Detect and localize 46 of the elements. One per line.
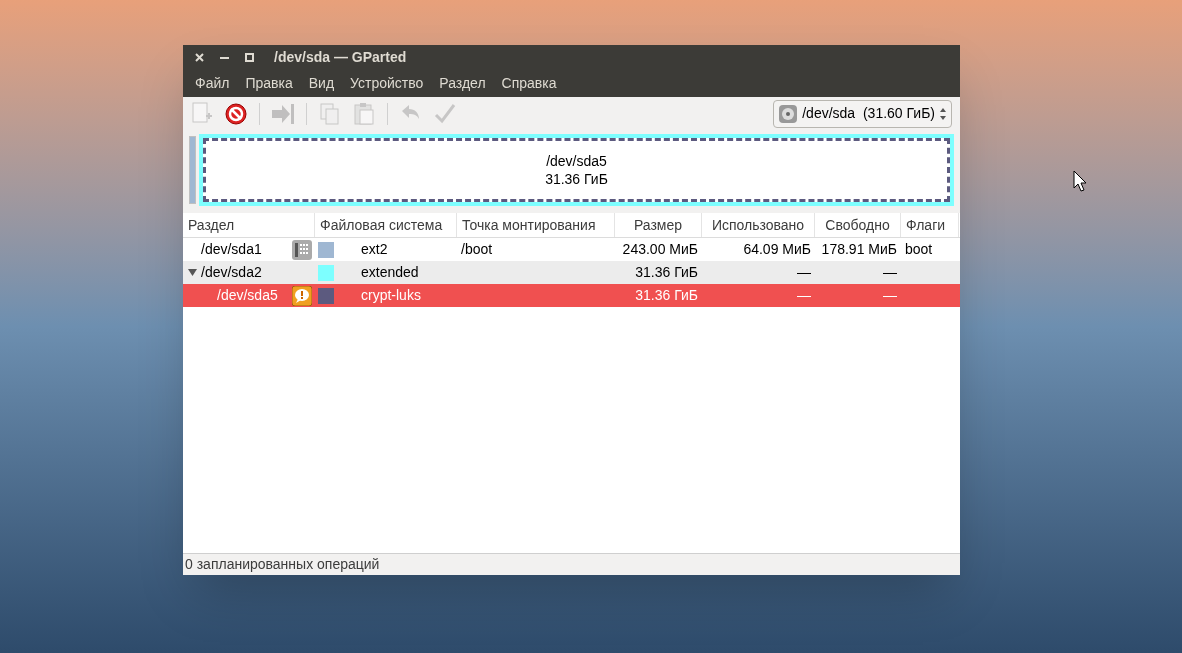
table-cell-text: /boot	[461, 240, 493, 259]
unallocated-segment	[189, 136, 196, 204]
close-icon[interactable]	[195, 53, 204, 62]
device-selector[interactable]: /dev/sda (31.60 ГиБ)	[773, 99, 952, 128]
partition-name: /dev/sda5	[546, 152, 607, 170]
mouse-pointer-icon	[1073, 170, 1087, 192]
partition-segment[interactable]: /dev/sda5 31.36 ГиБ	[203, 138, 950, 202]
window-title: /dev/sda — GParted	[274, 48, 407, 67]
table-cell-text: 243.00 МиБ	[622, 240, 698, 259]
maximize-icon[interactable]	[245, 53, 254, 62]
table-cell-text: —	[797, 263, 811, 282]
expander-arrow-down-icon[interactable]	[187, 268, 197, 277]
table-cell-text: /dev/sda1	[201, 240, 262, 259]
table-cell-text: /dev/sda5	[217, 286, 278, 305]
table-cell-text: /dev/sda2	[201, 263, 262, 282]
table-cell-text: 31.36 ГиБ	[635, 286, 698, 305]
column-header[interactable]: Файловая система	[315, 213, 457, 237]
table-row[interactable]: /dev/sda5 crypt-luks 31.36 ГиБ — —	[183, 284, 960, 307]
menu-item[interactable]: Правка	[237, 73, 301, 94]
column-header[interactable]: Свободно	[815, 213, 901, 237]
menu-item[interactable]: Справка	[493, 73, 565, 94]
table-cell-text: 178.91 МиБ	[821, 240, 897, 259]
column-header[interactable]: Размер	[615, 213, 702, 237]
table-cell-text: —	[883, 286, 897, 305]
table-cell-text: boot	[905, 240, 933, 259]
table-cell-text: 31.36 ГиБ	[635, 263, 698, 282]
menu-item[interactable]: Вид	[300, 73, 343, 94]
column-header[interactable]: Флаги	[901, 213, 959, 237]
column-header[interactable]: Точка монтирования	[457, 213, 615, 237]
column-header[interactable]: Использовано	[702, 213, 815, 237]
table-cell-text: 64.09 МиБ	[743, 240, 811, 259]
status-bar: 0 запланированных операций	[183, 553, 960, 575]
table-cell-text: ext2	[361, 240, 388, 259]
menu-item[interactable]: Файл	[187, 73, 238, 94]
menu-item[interactable]: Раздел	[431, 73, 494, 94]
warning-icon	[292, 285, 312, 306]
minimize-icon[interactable]	[220, 56, 229, 59]
table-cell-text: —	[797, 286, 811, 305]
menu-item[interactable]: Устройство	[342, 73, 432, 94]
table-cell-text: extended	[361, 263, 419, 282]
table-cell-text: —	[883, 263, 897, 282]
keypad-icon	[292, 239, 312, 260]
column-header[interactable]: Раздел	[183, 213, 315, 237]
partition-size: 31.36 ГиБ	[545, 170, 608, 188]
table-row[interactable]: /dev/sda2 extended 31.36 ГиБ — —	[183, 261, 960, 284]
table-cell-text: crypt-luks	[361, 286, 421, 305]
